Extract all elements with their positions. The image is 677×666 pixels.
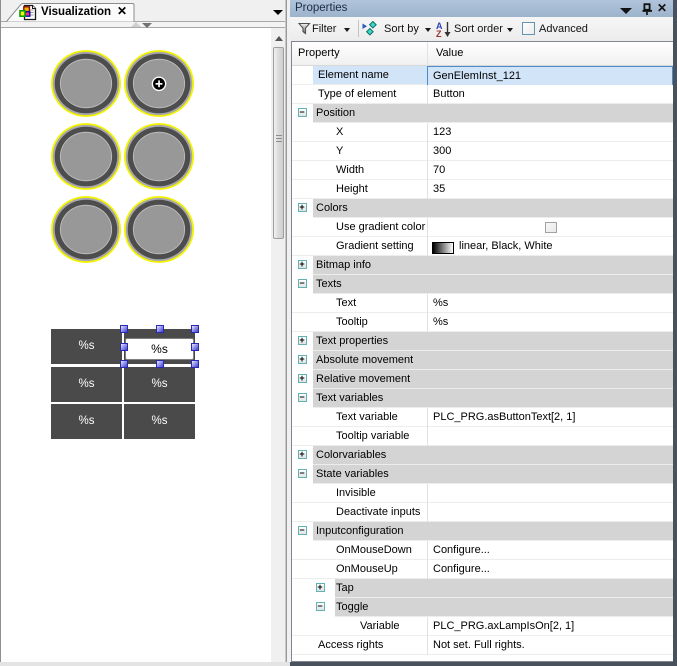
svg-text:Z: Z (436, 29, 442, 38)
